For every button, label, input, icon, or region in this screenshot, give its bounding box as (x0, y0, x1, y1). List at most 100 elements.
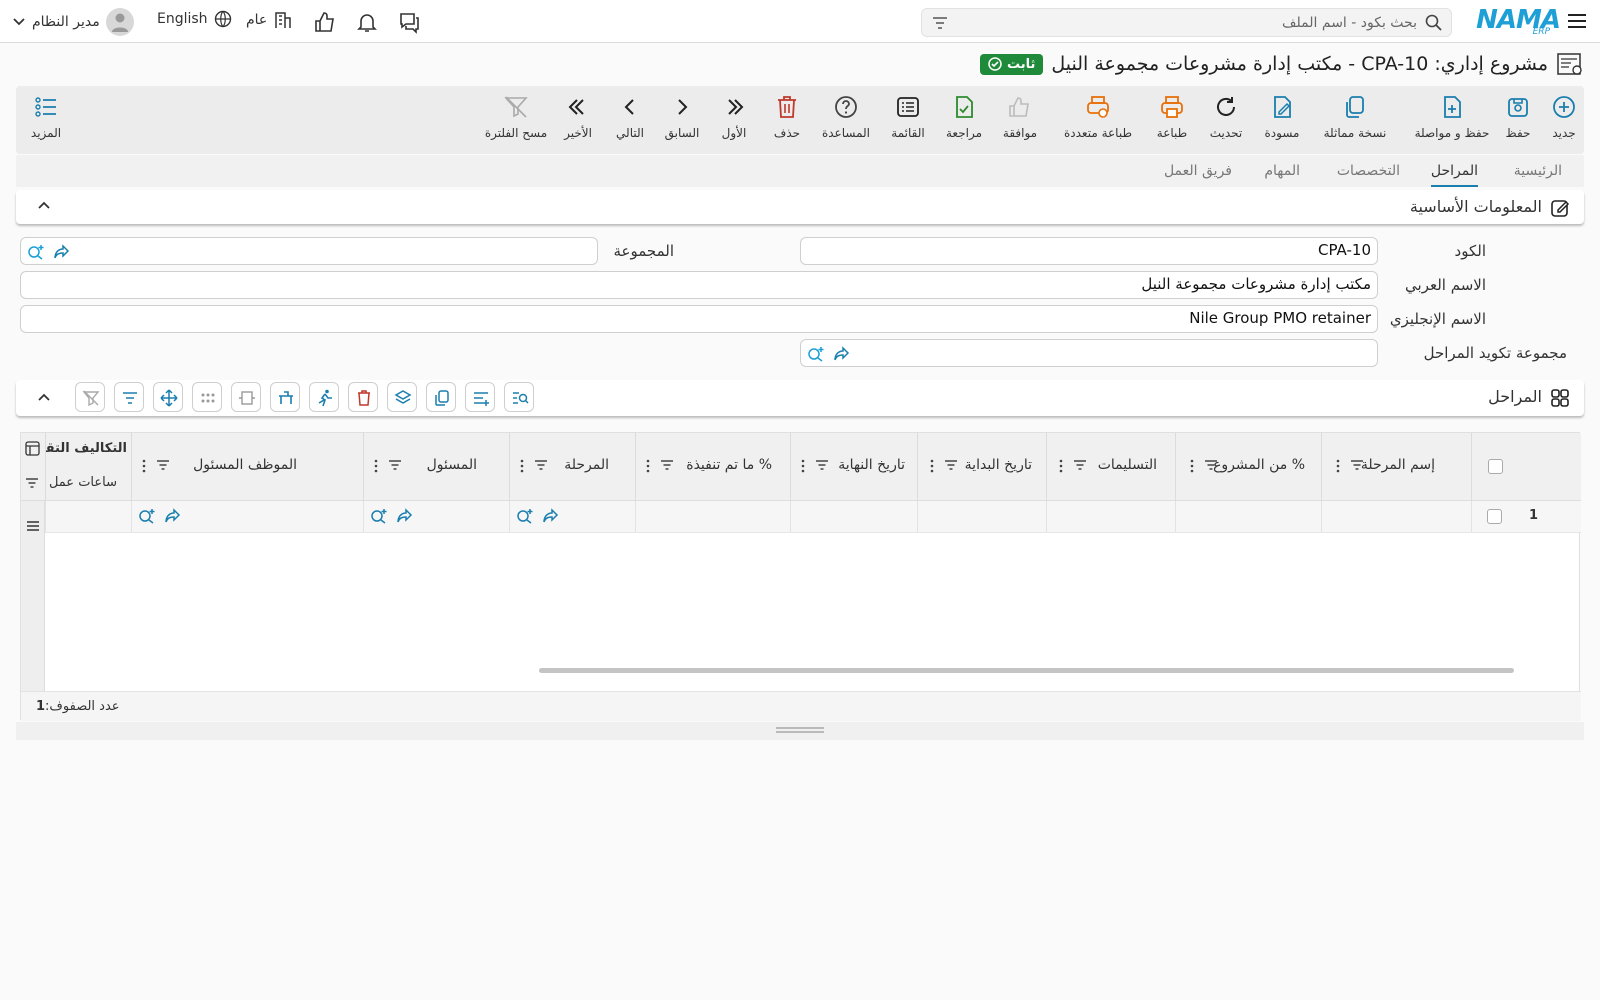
previous-record-button[interactable]: السابق (664, 94, 700, 150)
filter-icon[interactable] (944, 459, 958, 471)
column-phase[interactable]: المرحلة (509, 433, 635, 501)
row-cell[interactable] (363, 501, 509, 532)
grid-search-button[interactable] (504, 382, 534, 412)
row-cell[interactable] (45, 501, 131, 532)
row-cell[interactable] (790, 501, 917, 532)
filter-icon[interactable] (815, 459, 829, 471)
filter-icon[interactable] (25, 477, 39, 489)
more-vert-icon[interactable] (801, 459, 805, 473)
tab-main[interactable]: الرئيسية (1514, 163, 1562, 179)
column-estimated-costs[interactable]: التكاليف التقدي ساعات عمل (45, 433, 131, 501)
row-cell[interactable] (635, 501, 790, 532)
multi-print-button[interactable]: طباعة متعددة (1058, 94, 1138, 150)
share-arrow-icon[interactable] (164, 507, 181, 524)
search-plus-icon[interactable] (516, 507, 533, 524)
print-button[interactable]: طباعة (1154, 94, 1190, 150)
more-button[interactable]: المزيد (26, 94, 66, 150)
list-button[interactable]: القائمة (888, 94, 928, 150)
hamburger-menu-icon[interactable] (1566, 10, 1588, 32)
column-start-date[interactable]: تاريخ البداية (917, 433, 1046, 501)
search-input[interactable] (987, 12, 1417, 33)
code-field[interactable]: CPA-10 (800, 237, 1378, 265)
filter-icon[interactable] (1350, 459, 1364, 471)
search-icon[interactable] (1425, 14, 1443, 32)
horizontal-scrollbar[interactable] (539, 668, 1514, 673)
grid-add-row-button[interactable] (465, 382, 495, 412)
search-plus-icon[interactable] (807, 345, 824, 362)
more-vert-icon[interactable] (1190, 459, 1194, 473)
share-arrow-icon[interactable] (542, 507, 559, 524)
thumbs-up-icon[interactable] (313, 10, 337, 34)
user-menu[interactable]: مدير النظام (12, 8, 134, 36)
basic-info-header[interactable]: المعلومات الأساسية (16, 190, 1584, 224)
grid-dots-button[interactable] (192, 382, 222, 412)
row-cell[interactable] (1321, 501, 1471, 532)
tab-tasks[interactable]: المهام (1264, 163, 1300, 179)
column-responsible[interactable]: المسئول (363, 433, 509, 501)
phase-coding-field[interactable] (800, 339, 1378, 367)
grid-fit-columns-button[interactable] (231, 382, 261, 412)
approve-button[interactable]: موافقة (1000, 94, 1040, 150)
column-deliverables[interactable]: التسليمات (1046, 433, 1175, 501)
chevron-up-icon[interactable] (36, 390, 52, 406)
more-vert-icon[interactable] (1336, 459, 1340, 473)
tab-phases[interactable]: المراحل (1430, 163, 1479, 187)
language-toggle[interactable]: English (157, 10, 232, 28)
grid-layers-button[interactable] (387, 382, 417, 412)
group-field[interactable] (20, 237, 598, 265)
row-cell[interactable] (1046, 501, 1175, 532)
more-vert-icon[interactable] (646, 459, 650, 473)
column-project-percent[interactable]: % من المشروع (1175, 433, 1321, 501)
more-vert-icon[interactable] (374, 459, 378, 473)
filter-icon[interactable] (388, 459, 402, 471)
row-cell[interactable] (1175, 501, 1321, 532)
row-cell[interactable] (509, 501, 635, 532)
refresh-button[interactable]: تحديث (1208, 94, 1244, 150)
row-cell[interactable] (131, 501, 363, 532)
grid-columns-button[interactable] (270, 382, 300, 412)
share-arrow-icon[interactable] (833, 345, 850, 362)
save-button[interactable]: حفظ (1500, 94, 1536, 150)
more-vert-icon[interactable] (520, 459, 524, 473)
column-responsible-employee[interactable]: الموظف المسئول (131, 433, 363, 501)
more-vert-icon[interactable] (1059, 459, 1063, 473)
tab-team[interactable]: فريق العمل (1164, 163, 1232, 179)
chat-icon[interactable] (397, 10, 421, 34)
grid-move-button[interactable] (153, 382, 183, 412)
more-vert-icon[interactable] (930, 459, 934, 473)
delete-button[interactable]: حذف (772, 94, 802, 150)
review-button[interactable]: مراجعة (944, 94, 984, 150)
resize-bar[interactable] (16, 722, 1584, 740)
english-name-field[interactable]: Nile Group PMO retainer (20, 305, 1378, 333)
column-completed-percent[interactable]: % ما تم تنفيذة (635, 433, 790, 501)
select-all-checkbox[interactable] (1488, 459, 1503, 474)
filter-icon[interactable] (534, 459, 548, 471)
filter-icon[interactable] (660, 459, 674, 471)
menu-lines-icon[interactable] (26, 519, 40, 533)
grid-filter-button[interactable] (114, 382, 144, 412)
chevron-up-icon[interactable] (36, 198, 52, 214)
clear-filter-button[interactable]: مسح الفلترة (484, 94, 548, 150)
search-plus-icon[interactable] (27, 243, 44, 260)
help-button[interactable]: المساعدة (820, 94, 872, 150)
scope-selector[interactable]: عام (246, 10, 293, 30)
filter-icon[interactable] (1073, 459, 1087, 471)
table-row[interactable]: 1 (21, 501, 1581, 533)
search-plus-icon[interactable] (370, 507, 387, 524)
first-record-button[interactable]: الأول (720, 94, 748, 150)
grid-delete-button[interactable] (348, 382, 378, 412)
bell-icon[interactable] (355, 10, 379, 34)
grid-clear-filter-button[interactable] (75, 382, 105, 412)
draft-button[interactable]: مسودة (1262, 94, 1302, 150)
column-phase-name[interactable]: إسم المرحلة (1321, 433, 1471, 501)
duplicate-button[interactable]: نسخة مماثلة (1322, 94, 1388, 150)
app-logo[interactable]: NAMA ERP (1474, 5, 1561, 37)
share-arrow-icon[interactable] (53, 243, 70, 260)
share-arrow-icon[interactable] (396, 507, 413, 524)
search-plus-icon[interactable] (138, 507, 155, 524)
drag-handle-icon[interactable] (776, 727, 824, 733)
filter-icon[interactable] (1204, 459, 1218, 471)
filter-icon[interactable] (932, 15, 948, 31)
next-record-button[interactable]: التالي (614, 94, 646, 150)
more-vert-icon[interactable] (142, 459, 146, 473)
